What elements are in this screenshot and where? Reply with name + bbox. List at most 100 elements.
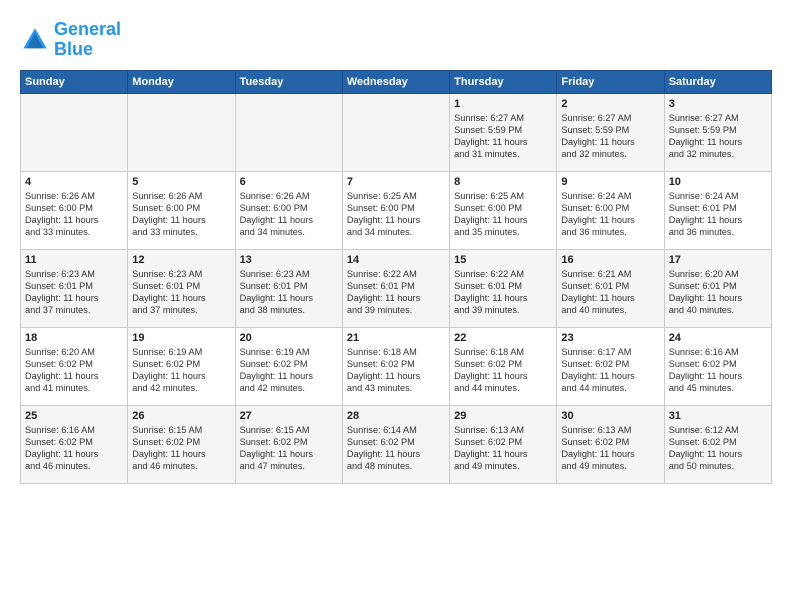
calendar-table: SundayMondayTuesdayWednesdayThursdayFrid…	[20, 70, 772, 484]
day-number: 9	[561, 175, 659, 189]
day-info: Sunrise: 6:23 AM Sunset: 6:01 PM Dayligh…	[240, 269, 338, 317]
day-number: 10	[669, 175, 767, 189]
day-info: Sunrise: 6:26 AM Sunset: 6:00 PM Dayligh…	[25, 191, 123, 239]
day-cell-13: 13 Sunrise: 6:23 AM Sunset: 6:01 PM Dayli…	[235, 249, 342, 327]
day-info: Sunrise: 6:13 AM Sunset: 6:02 PM Dayligh…	[454, 425, 552, 473]
day-info: Sunrise: 6:19 AM Sunset: 6:02 PM Dayligh…	[240, 347, 338, 395]
day-number: 28	[347, 409, 445, 423]
day-cell-11: 11 Sunrise: 6:23 AM Sunset: 6:01 PM Dayli…	[21, 249, 128, 327]
day-info: Sunrise: 6:26 AM Sunset: 6:00 PM Dayligh…	[240, 191, 338, 239]
day-info: Sunrise: 6:26 AM Sunset: 6:00 PM Dayligh…	[132, 191, 230, 239]
day-cell-26: 26Sunrise: 6:15 AM Sunset: 6:02 PM Dayli…	[128, 405, 235, 483]
day-info: Sunrise: 6:25 AM Sunset: 6:00 PM Dayligh…	[454, 191, 552, 239]
day-info: Sunrise: 6:18 AM Sunset: 6:02 PM Dayligh…	[454, 347, 552, 395]
week-row-2: 4 Sunrise: 6:26 AM Sunset: 6:00 PM Daylig…	[21, 171, 772, 249]
day-info: Sunrise: 6:13 AM Sunset: 6:02 PM Dayligh…	[561, 425, 659, 473]
day-cell-21: 21 Sunrise: 6:18 AM Sunset: 6:02 PM Dayli…	[342, 327, 449, 405]
day-cell-17: 17 Sunrise: 6:20 AM Sunset: 6:01 PM Dayli…	[664, 249, 771, 327]
day-number: 5	[132, 175, 230, 189]
day-info: Sunrise: 6:22 AM Sunset: 6:01 PM Dayligh…	[454, 269, 552, 317]
day-info: Sunrise: 6:24 AM Sunset: 6:00 PM Dayligh…	[561, 191, 659, 239]
day-number: 19	[132, 331, 230, 345]
day-number: 14	[347, 253, 445, 267]
day-cell-18: 18 Sunrise: 6:20 AM Sunset: 6:02 PM Dayli…	[21, 327, 128, 405]
week-row-1: 1 Sunrise: 6:27 AM Sunset: 5:59 PM Daylig…	[21, 93, 772, 171]
day-number: 17	[669, 253, 767, 267]
day-cell-3: 3 Sunrise: 6:27 AM Sunset: 5:59 PM Daylig…	[664, 93, 771, 171]
day-cell-28: 28 Sunrise: 6:14 AM Sunset: 6:02 PM Dayli…	[342, 405, 449, 483]
day-cell-29: 29 Sunrise: 6:13 AM Sunset: 6:02 PM Dayli…	[450, 405, 557, 483]
day-number: 18	[25, 331, 123, 345]
day-cell-27: 27Sunrise: 6:15 AM Sunset: 6:02 PM Dayli…	[235, 405, 342, 483]
day-number: 24	[669, 331, 767, 345]
day-cell-31: 31Sunrise: 6:12 AM Sunset: 6:02 PM Dayli…	[664, 405, 771, 483]
col-header-thursday: Thursday	[450, 70, 557, 93]
day-number: 23	[561, 331, 659, 345]
day-info: Sunrise: 6:23 AM Sunset: 6:01 PM Dayligh…	[132, 269, 230, 317]
header-row: SundayMondayTuesdayWednesdayThursdayFrid…	[21, 70, 772, 93]
day-number: 31	[669, 409, 767, 423]
day-number: 21	[347, 331, 445, 345]
day-info: Sunrise: 6:25 AM Sunset: 6:00 PM Dayligh…	[347, 191, 445, 239]
day-number: 13	[240, 253, 338, 267]
day-cell-23: 23 Sunrise: 6:17 AM Sunset: 6:02 PM Dayli…	[557, 327, 664, 405]
day-info: Sunrise: 6:15 AM Sunset: 6:02 PM Dayligh…	[132, 425, 230, 473]
day-info: Sunrise: 6:27 AM Sunset: 5:59 PM Dayligh…	[454, 113, 552, 161]
day-number: 4	[25, 175, 123, 189]
day-info: Sunrise: 6:17 AM Sunset: 6:02 PM Dayligh…	[561, 347, 659, 395]
day-number: 3	[669, 97, 767, 111]
empty-cell	[128, 93, 235, 171]
day-cell-15: 15Sunrise: 6:22 AM Sunset: 6:01 PM Dayli…	[450, 249, 557, 327]
day-number: 1	[454, 97, 552, 111]
day-info: Sunrise: 6:20 AM Sunset: 6:02 PM Dayligh…	[25, 347, 123, 395]
day-cell-20: 20 Sunrise: 6:19 AM Sunset: 6:02 PM Dayli…	[235, 327, 342, 405]
day-number: 7	[347, 175, 445, 189]
day-info: Sunrise: 6:27 AM Sunset: 5:59 PM Dayligh…	[561, 113, 659, 161]
col-header-saturday: Saturday	[664, 70, 771, 93]
day-cell-7: 7 Sunrise: 6:25 AM Sunset: 6:00 PM Daylig…	[342, 171, 449, 249]
day-number: 6	[240, 175, 338, 189]
day-number: 2	[561, 97, 659, 111]
day-cell-30: 30Sunrise: 6:13 AM Sunset: 6:02 PM Dayli…	[557, 405, 664, 483]
day-info: Sunrise: 6:14 AM Sunset: 6:02 PM Dayligh…	[347, 425, 445, 473]
page: General Blue SundayMondayTuesdayWednesda…	[0, 0, 792, 612]
day-cell-22: 22 Sunrise: 6:18 AM Sunset: 6:02 PM Dayli…	[450, 327, 557, 405]
day-cell-2: 2 Sunrise: 6:27 AM Sunset: 5:59 PM Daylig…	[557, 93, 664, 171]
day-cell-10: 10 Sunrise: 6:24 AM Sunset: 6:01 PM Dayli…	[664, 171, 771, 249]
logo-icon	[20, 25, 50, 55]
day-info: Sunrise: 6:23 AM Sunset: 6:01 PM Dayligh…	[25, 269, 123, 317]
day-cell-16: 16 Sunrise: 6:21 AM Sunset: 6:01 PM Dayli…	[557, 249, 664, 327]
day-number: 12	[132, 253, 230, 267]
day-number: 20	[240, 331, 338, 345]
empty-cell	[235, 93, 342, 171]
logo-text: General Blue	[54, 20, 121, 60]
day-info: Sunrise: 6:24 AM Sunset: 6:01 PM Dayligh…	[669, 191, 767, 239]
header: General Blue	[20, 20, 772, 60]
day-info: Sunrise: 6:20 AM Sunset: 6:01 PM Dayligh…	[669, 269, 767, 317]
day-info: Sunrise: 6:22 AM Sunset: 6:01 PM Dayligh…	[347, 269, 445, 317]
day-cell-1: 1 Sunrise: 6:27 AM Sunset: 5:59 PM Daylig…	[450, 93, 557, 171]
day-cell-9: 9 Sunrise: 6:24 AM Sunset: 6:00 PM Daylig…	[557, 171, 664, 249]
day-number: 11	[25, 253, 123, 267]
day-info: Sunrise: 6:16 AM Sunset: 6:02 PM Dayligh…	[669, 347, 767, 395]
week-row-3: 11 Sunrise: 6:23 AM Sunset: 6:01 PM Dayli…	[21, 249, 772, 327]
day-info: Sunrise: 6:27 AM Sunset: 5:59 PM Dayligh…	[669, 113, 767, 161]
day-cell-5: 5 Sunrise: 6:26 AM Sunset: 6:00 PM Daylig…	[128, 171, 235, 249]
day-cell-12: 12 Sunrise: 6:23 AM Sunset: 6:01 PM Dayli…	[128, 249, 235, 327]
day-number: 29	[454, 409, 552, 423]
day-cell-4: 4 Sunrise: 6:26 AM Sunset: 6:00 PM Daylig…	[21, 171, 128, 249]
week-row-5: 25Sunrise: 6:16 AM Sunset: 6:02 PM Dayli…	[21, 405, 772, 483]
col-header-sunday: Sunday	[21, 70, 128, 93]
week-row-4: 18 Sunrise: 6:20 AM Sunset: 6:02 PM Dayli…	[21, 327, 772, 405]
day-number: 25	[25, 409, 123, 423]
col-header-tuesday: Tuesday	[235, 70, 342, 93]
day-number: 22	[454, 331, 552, 345]
day-cell-24: 24 Sunrise: 6:16 AM Sunset: 6:02 PM Dayli…	[664, 327, 771, 405]
day-number: 16	[561, 253, 659, 267]
logo: General Blue	[20, 20, 121, 60]
day-info: Sunrise: 6:21 AM Sunset: 6:01 PM Dayligh…	[561, 269, 659, 317]
day-cell-8: 8Sunrise: 6:25 AM Sunset: 6:00 PM Daylig…	[450, 171, 557, 249]
col-header-monday: Monday	[128, 70, 235, 93]
day-info: Sunrise: 6:18 AM Sunset: 6:02 PM Dayligh…	[347, 347, 445, 395]
empty-cell	[342, 93, 449, 171]
